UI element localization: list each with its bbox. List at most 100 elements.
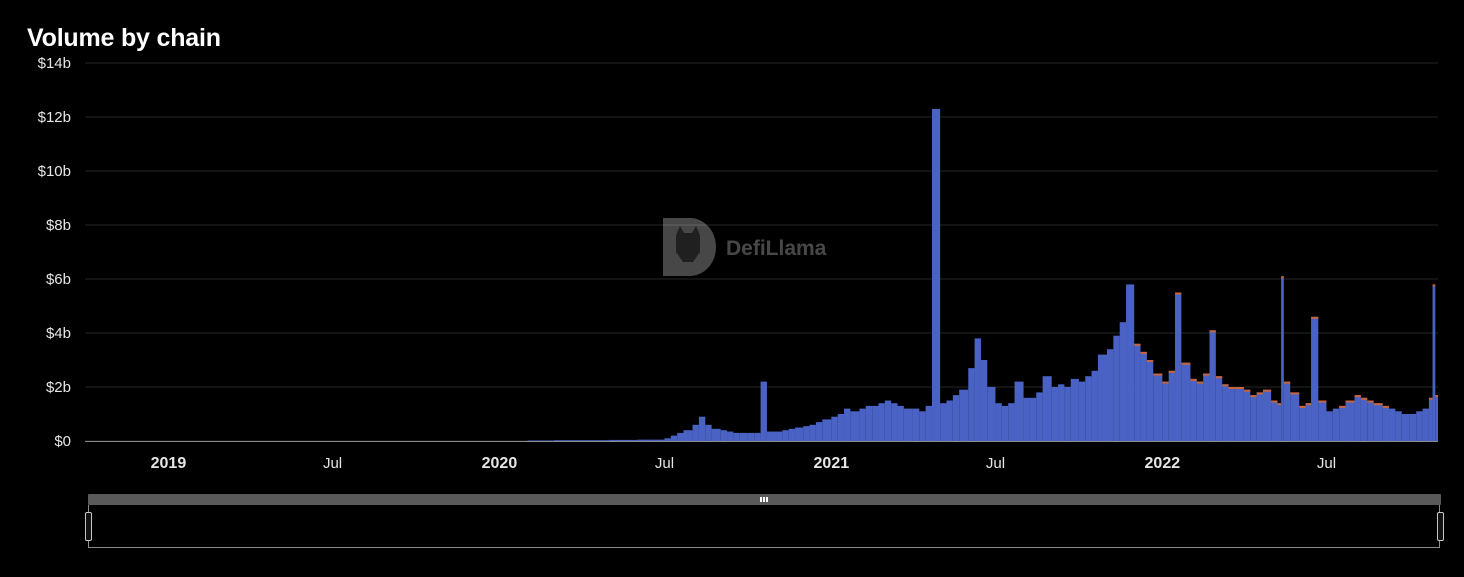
volume-bar[interactable] — [1290, 392, 1300, 441]
volume-bar[interactable] — [711, 428, 721, 441]
volume-bar[interactable] — [609, 439, 638, 441]
volume-bar[interactable] — [1367, 400, 1374, 442]
volume-bar[interactable] — [1422, 408, 1429, 441]
zoom-handle-right[interactable] — [1437, 512, 1444, 541]
volume-bar[interactable] — [1070, 378, 1079, 441]
volume-bar[interactable] — [692, 424, 699, 441]
volume-bar[interactable] — [1281, 276, 1284, 441]
volume-bar[interactable] — [581, 440, 610, 441]
volume-bar[interactable] — [1064, 387, 1071, 441]
volume-bar[interactable] — [884, 400, 892, 442]
volume-bar[interactable] — [1311, 316, 1319, 441]
volume-bar[interactable] — [1203, 373, 1210, 442]
volume-bar[interactable] — [1395, 411, 1402, 441]
volume-bar[interactable] — [1256, 392, 1263, 441]
volume-bar[interactable] — [1153, 373, 1163, 442]
volume-bar[interactable] — [1042, 376, 1052, 441]
volume-bar[interactable] — [1175, 292, 1182, 442]
volume-bar[interactable] — [1162, 381, 1169, 441]
volume-bar[interactable] — [1435, 395, 1438, 441]
volume-bar[interactable] — [980, 360, 988, 441]
volume-bar[interactable] — [891, 403, 898, 441]
volume-bar[interactable] — [1036, 392, 1043, 441]
volume-bar[interactable] — [747, 432, 755, 441]
volume-bar[interactable] — [754, 432, 761, 441]
volume-bar[interactable] — [1107, 349, 1114, 441]
volume-bar[interactable] — [1339, 405, 1346, 441]
volume-bar[interactable] — [683, 430, 693, 441]
volume-bar[interactable] — [919, 411, 926, 441]
volume-bar[interactable] — [987, 387, 996, 441]
volume-bar[interactable] — [1119, 322, 1127, 441]
volume-bar[interactable] — [803, 426, 810, 441]
volume-bar[interactable] — [782, 430, 789, 441]
volume-bar[interactable] — [1140, 351, 1147, 441]
volume-bar[interactable] — [1432, 284, 1436, 441]
volume-bar[interactable] — [1250, 395, 1257, 441]
volume-bar[interactable] — [776, 431, 783, 441]
volume-bar[interactable] — [968, 368, 975, 441]
volume-bar[interactable] — [1409, 414, 1417, 441]
volume-bar[interactable] — [1215, 376, 1223, 441]
volume-bar[interactable] — [925, 405, 932, 441]
volume-bar[interactable] — [903, 408, 913, 441]
volume-bar[interactable] — [795, 427, 804, 442]
volume-bar[interactable] — [1023, 397, 1030, 441]
zoom-slider-track[interactable] — [88, 494, 1441, 505]
volume-bar[interactable] — [865, 405, 873, 441]
zoom-selection-window[interactable] — [88, 505, 1440, 548]
volume-bar[interactable] — [733, 432, 740, 441]
zoom-grip-icon[interactable] — [760, 497, 769, 502]
volume-bar[interactable] — [1243, 389, 1251, 441]
volume-bar[interactable] — [1332, 408, 1340, 441]
volume-bar[interactable] — [1078, 381, 1086, 441]
volume-bar[interactable] — [739, 432, 748, 441]
volume-bar[interactable] — [527, 440, 554, 441]
volume-bar[interactable] — [1001, 405, 1009, 441]
volume-bar[interactable] — [1428, 397, 1433, 441]
volume-bar[interactable] — [553, 440, 582, 441]
volume-bar[interactable] — [1091, 370, 1098, 441]
volume-bar[interactable] — [1014, 381, 1024, 441]
volume-bar[interactable] — [850, 411, 860, 441]
volume-bar[interactable] — [912, 408, 920, 441]
volume-bar[interactable] — [670, 435, 678, 441]
volume-bar[interactable] — [1196, 381, 1204, 441]
volume-bar[interactable] — [727, 431, 734, 441]
volume-bar[interactable] — [837, 414, 845, 441]
volume-bar[interactable] — [1190, 378, 1197, 441]
volume-bar[interactable] — [1283, 381, 1291, 441]
volume-bar[interactable] — [720, 430, 728, 441]
volume-bar[interactable] — [1389, 408, 1396, 441]
volume-bar[interactable] — [844, 408, 851, 441]
volume-bar[interactable] — [1318, 400, 1327, 442]
volume-bar[interactable] — [1345, 400, 1355, 442]
volume-bar[interactable] — [1222, 384, 1229, 441]
volume-bar[interactable] — [1277, 403, 1282, 441]
volume-bar[interactable] — [788, 428, 796, 441]
volume-bar[interactable] — [1097, 354, 1108, 441]
volume-bar[interactable] — [995, 403, 1002, 441]
volume-bar[interactable] — [1382, 405, 1390, 441]
volume-bar[interactable] — [677, 432, 684, 441]
volume-bar[interactable] — [637, 439, 650, 441]
volume-bar[interactable] — [1305, 403, 1312, 441]
volume-bar[interactable] — [940, 403, 947, 441]
volume-bar[interactable] — [1326, 411, 1333, 441]
volume-bar[interactable] — [946, 400, 953, 442]
volume-bar[interactable] — [1126, 284, 1135, 441]
volume-bar[interactable] — [1262, 389, 1272, 441]
volume-bar[interactable] — [859, 408, 866, 441]
volume-bar[interactable] — [664, 438, 671, 441]
volume-bar[interactable] — [766, 431, 777, 441]
volume-bar[interactable] — [959, 389, 969, 441]
volume-bar[interactable] — [815, 422, 823, 441]
volume-bar[interactable] — [1058, 384, 1065, 441]
volume-bar[interactable] — [1134, 343, 1141, 441]
volume-bar[interactable] — [931, 108, 941, 442]
volume-bar[interactable] — [760, 381, 767, 441]
volume-bar[interactable] — [1271, 400, 1278, 442]
volume-bar[interactable] — [649, 439, 665, 441]
volume-bar[interactable] — [952, 395, 960, 441]
volume-bar[interactable] — [698, 416, 706, 441]
